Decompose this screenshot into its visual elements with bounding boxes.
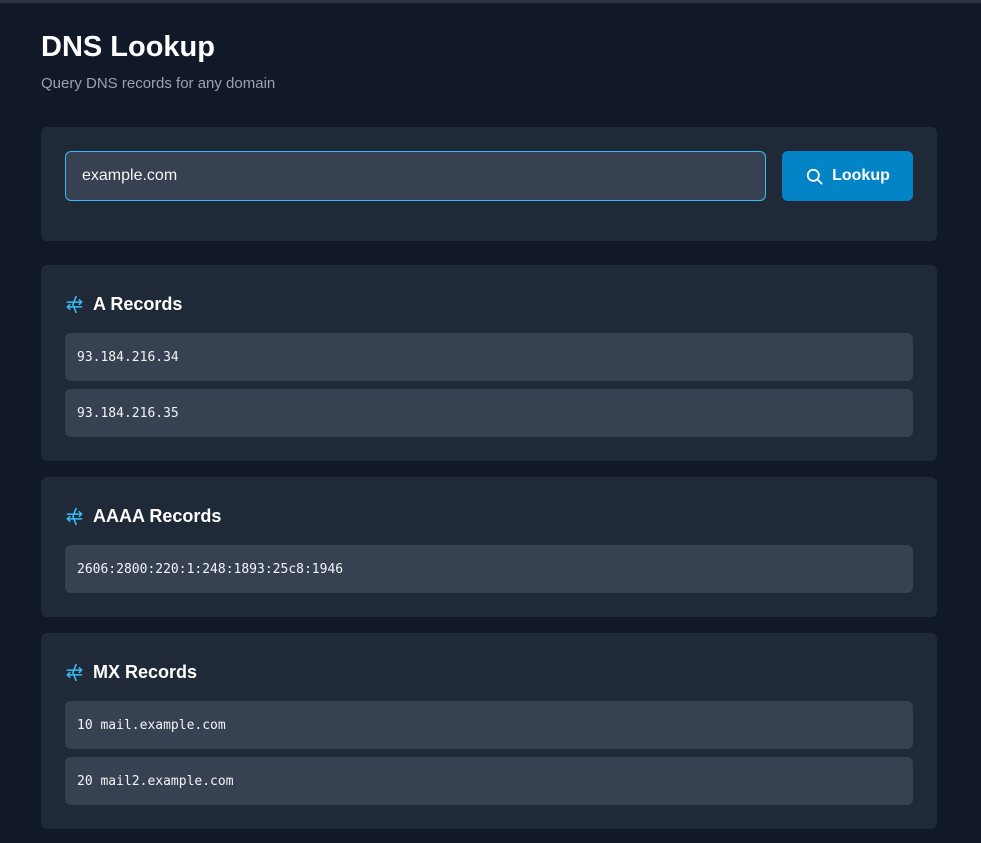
search-icon	[807, 168, 823, 184]
mx-records-header: MX Records	[65, 661, 197, 683]
aaaa-records-title: AAAA Records	[93, 506, 222, 526]
record-row: 2606:2800:220:1:248:1893:25c8:1946	[65, 545, 913, 593]
network-icon	[66, 295, 83, 313]
page-subtitle: Query DNS records for any domain	[41, 75, 276, 92]
domain-input[interactable]	[65, 151, 766, 201]
record-row: 10 mail.example.com	[65, 701, 913, 749]
a-records-title: A Records	[93, 294, 183, 314]
record-row: 93.184.216.35	[65, 389, 913, 437]
a-records-header: A Records	[65, 293, 182, 315]
a-records-card: A Records 93.184.216.34 93.184.216.35	[41, 265, 937, 461]
network-icon	[66, 507, 83, 525]
window-top-border	[0, 0, 981, 3]
mx-records-title: MX Records	[93, 662, 198, 682]
search-card: Lookup	[41, 127, 937, 241]
record-row: 93.184.216.34	[65, 333, 913, 381]
aaaa-records-header: AAAA Records	[65, 505, 221, 527]
lookup-button[interactable]: Lookup	[782, 151, 913, 201]
record-row: 20 mail2.example.com	[65, 757, 913, 805]
network-icon	[66, 663, 83, 681]
aaaa-records-card: AAAA Records 2606:2800:220:1:248:1893:25…	[41, 477, 937, 617]
lookup-button-label: Lookup	[832, 167, 890, 184]
page-title: DNS Lookup	[41, 31, 215, 63]
mx-records-card: MX Records 10 mail.example.com 20 mail2.…	[41, 633, 937, 829]
